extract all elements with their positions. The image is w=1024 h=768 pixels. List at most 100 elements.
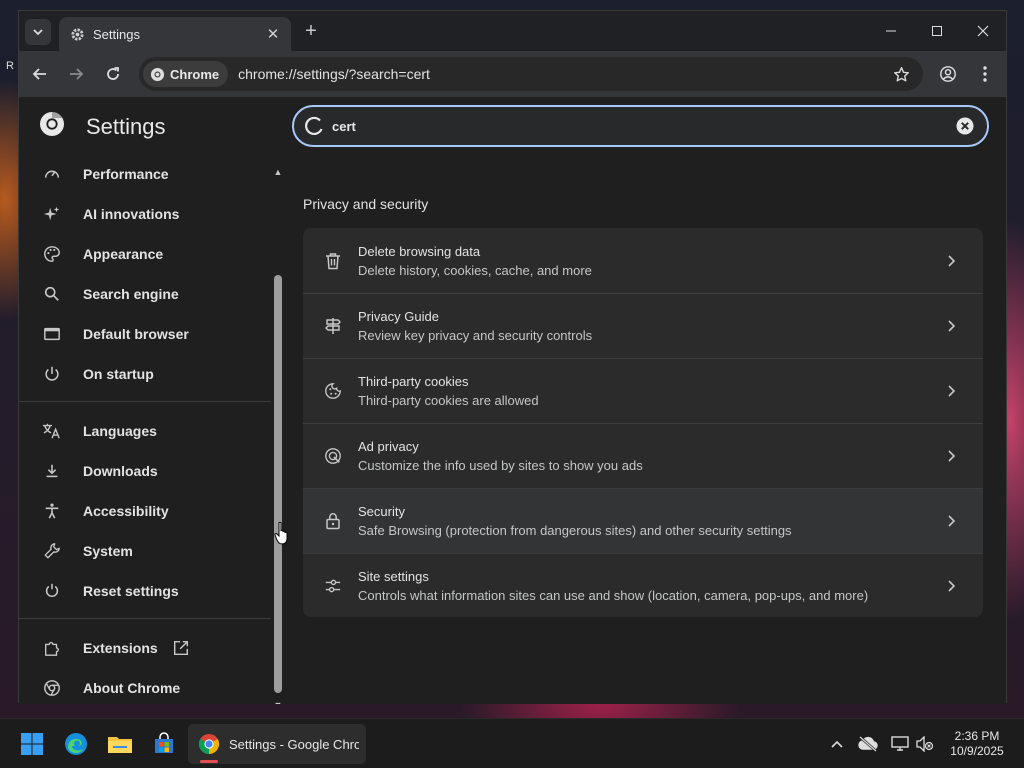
chevron-right-icon [941, 316, 961, 336]
taskbar-file-explorer[interactable] [104, 728, 136, 760]
volume-muted-icon[interactable] [915, 734, 935, 754]
sidebar-divider [19, 401, 271, 402]
page-title: Settings [86, 114, 166, 139]
forward-button[interactable] [65, 63, 87, 85]
sidebar-item-about-chrome[interactable]: About Chrome [19, 668, 271, 704]
reset-icon [42, 581, 62, 601]
row-subtitle: Third-party cookies are allowed [358, 393, 539, 408]
taskbar-edge[interactable] [60, 728, 92, 760]
sidebar-item-on-startup[interactable]: On startup [19, 354, 271, 394]
row-privacy-guide[interactable]: Privacy Guide Review key privacy and sec… [303, 293, 983, 358]
scrollbar-thumb[interactable] [274, 275, 282, 693]
settings-search-input[interactable]: cert [292, 105, 989, 147]
cloud-offline-icon[interactable] [858, 734, 878, 754]
chrome-icon [198, 734, 220, 755]
minimize-icon [886, 30, 896, 32]
kebab-menu-icon [983, 66, 987, 82]
sidebar-item-label: Reset settings [83, 583, 179, 599]
row-subtitle: Review key privacy and security controls [358, 328, 593, 343]
profile-button[interactable] [937, 63, 959, 85]
close-icon [977, 25, 989, 37]
clock-date: 10/9/2025 [950, 744, 1004, 758]
row-delete-browsing-data[interactable]: Delete browsing data Delete history, coo… [303, 228, 983, 293]
tab-search-button[interactable] [25, 19, 51, 45]
row-site-settings[interactable]: Site settings Controls what information … [303, 553, 983, 617]
cookie-icon [323, 381, 343, 401]
browser-toolbar: Chrome chrome://settings/?search=cert [19, 51, 1006, 97]
search-value: cert [332, 118, 356, 134]
tray-overflow-chevron-icon[interactable] [827, 734, 847, 754]
chevron-right-icon [941, 576, 961, 596]
menu-button[interactable] [974, 63, 996, 85]
arrow-right-icon [70, 68, 84, 80]
new-tab-button[interactable]: + [301, 21, 321, 41]
scroll-up-arrow-icon[interactable]: ▲ [273, 167, 283, 177]
browser-window-icon [42, 324, 62, 344]
sidebar-scrollbar[interactable]: ▲ ▼ [271, 157, 284, 704]
sidebar-item-label: Default browser [83, 326, 189, 342]
sidebar-item-label: Languages [83, 423, 157, 439]
close-window-button[interactable] [969, 19, 997, 43]
download-icon [42, 461, 62, 481]
sidebar-item-accessibility[interactable]: Accessibility [19, 491, 271, 531]
sidebar-item-performance[interactable]: Performance [19, 157, 271, 194]
profile-icon [940, 66, 956, 82]
hand-cursor-icon [274, 521, 288, 545]
settings-header: Settings cert [19, 97, 1006, 157]
sidebar-item-downloads[interactable]: Downloads [19, 451, 271, 491]
sidebar-item-search-engine[interactable]: Search engine [19, 274, 271, 314]
gear-icon [69, 26, 85, 42]
row-third-party-cookies[interactable]: Third-party cookies Third-party cookies … [303, 358, 983, 423]
address-bar[interactable]: Chrome chrome://settings/?search=cert [139, 57, 923, 91]
power-icon [42, 364, 62, 384]
sidebar-item-extensions[interactable]: Extensions [19, 628, 271, 668]
chrome-icon [149, 66, 165, 82]
minimize-button[interactable] [877, 19, 905, 43]
active-indicator [200, 760, 218, 763]
row-title: Security [358, 504, 405, 519]
store-icon [155, 732, 173, 753]
tab-settings[interactable]: Settings ✕ [59, 17, 291, 51]
bookmark-star-icon[interactable] [889, 62, 913, 86]
row-title: Site settings [358, 569, 429, 584]
scroll-down-arrow-icon[interactable]: ▼ [273, 700, 283, 704]
taskbar-chrome-active[interactable]: Settings - Google Chror [188, 724, 366, 764]
chrome-icon [42, 678, 62, 698]
sidebar-item-label: Appearance [83, 246, 164, 262]
chevron-right-icon [941, 446, 961, 466]
system-clock[interactable]: 2:36 PM 10/9/2025 [942, 729, 1012, 759]
sidebar-item-label: Performance [83, 166, 169, 182]
clear-search-icon[interactable] [955, 116, 975, 136]
chrome-window: Settings ✕ + Chrome chrome://settings/?s… [18, 10, 1007, 704]
sidebar-item-default-browser[interactable]: Default browser [19, 314, 271, 354]
network-icon[interactable] [890, 734, 910, 754]
wrench-icon [42, 541, 62, 561]
sidebar-item-languages[interactable]: Languages [19, 411, 271, 451]
reload-button[interactable] [102, 63, 124, 85]
sidebar-item-ai-innovations[interactable]: AI innovations [19, 194, 271, 234]
back-button[interactable] [29, 63, 51, 85]
url-text: chrome://settings/?search=cert [238, 66, 430, 82]
chevron-down-icon [33, 29, 43, 36]
taskbar-store[interactable] [148, 728, 180, 760]
chevron-right-icon [941, 251, 961, 271]
section-title: Privacy and security [303, 196, 429, 212]
tab-title: Settings [93, 26, 140, 42]
row-security[interactable]: Security Safe Browsing (protection from … [303, 488, 983, 553]
sidebar-item-system[interactable]: System [19, 531, 271, 571]
close-icon[interactable]: ✕ [265, 25, 281, 43]
accessibility-icon [42, 501, 62, 521]
desktop-edge-text: R [6, 60, 14, 72]
settings-page: Settings cert Performance AI innovations… [19, 97, 1006, 704]
sidebar-divider [19, 618, 271, 619]
sidebar-item-label: AI innovations [83, 206, 180, 222]
start-button[interactable] [16, 728, 48, 760]
maximize-button[interactable] [923, 19, 951, 43]
tab-strip: Settings ✕ + [19, 11, 1006, 51]
sidebar-item-reset-settings[interactable]: Reset settings [19, 571, 271, 611]
sidebar-item-appearance[interactable]: Appearance [19, 234, 271, 274]
privacy-security-card: Delete browsing data Delete history, coo… [303, 228, 983, 617]
windows-taskbar: Settings - Google Chror 2:36 PM 10/9/202… [0, 718, 1024, 768]
row-ad-privacy[interactable]: Ad privacy Customize the info used by si… [303, 423, 983, 488]
chrome-page-chip[interactable]: Chrome [143, 61, 229, 87]
